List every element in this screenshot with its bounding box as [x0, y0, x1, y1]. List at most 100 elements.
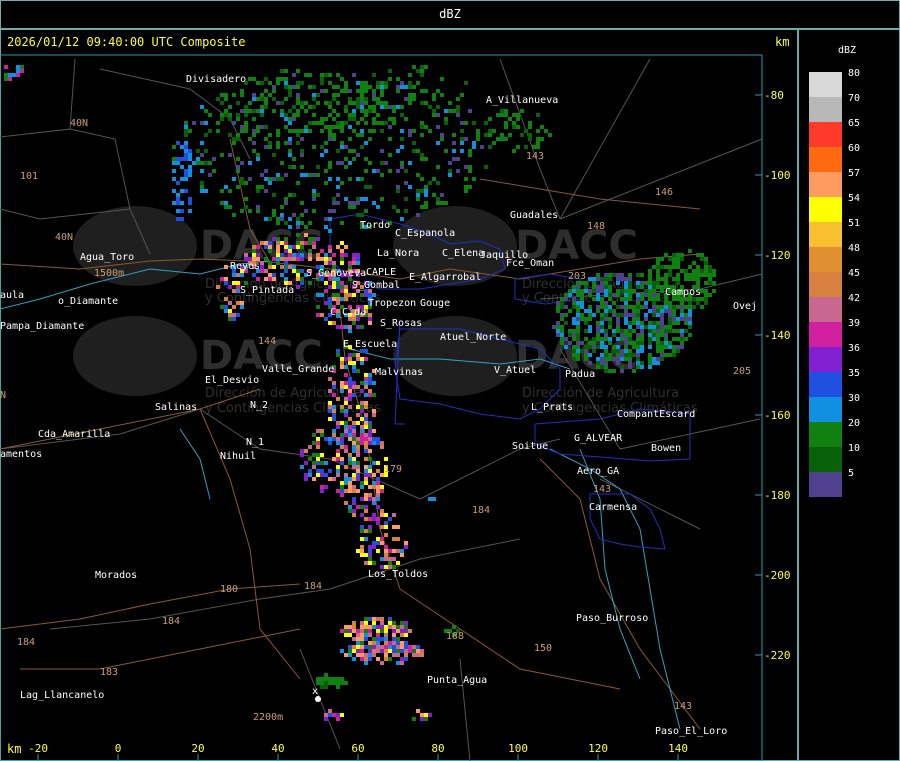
- echo-pixel: [292, 105, 296, 109]
- echo-pixel: [188, 169, 192, 173]
- radar-map[interactable]: DACC Dirección de Agricultura y Continge…: [0, 29, 798, 761]
- echo-pixel: [624, 277, 628, 281]
- echo-pixel: [344, 445, 348, 449]
- echo-pixel: [612, 309, 616, 313]
- echo-pixel: [332, 297, 336, 301]
- echo-pixel: [652, 309, 656, 313]
- echo-pixel: [364, 85, 368, 89]
- echo-pixel: [236, 133, 240, 137]
- echo-pixel: [256, 245, 260, 249]
- legend-value: 10: [848, 443, 861, 454]
- echo-pixel: [344, 89, 348, 93]
- echo-pixel: [316, 121, 320, 125]
- echo-pixel: [380, 85, 384, 89]
- echo-pixel: [672, 253, 676, 257]
- echo-pixel: [704, 289, 708, 293]
- echo-pixel: [348, 485, 352, 489]
- echo-pixel: [204, 161, 208, 165]
- echo-pixel: [252, 117, 256, 121]
- echo-pixel: [404, 641, 408, 645]
- echo-pixel: [640, 333, 644, 337]
- echo-pixel: [604, 309, 608, 313]
- echo-pixel: [272, 273, 276, 277]
- echo-pixel: [356, 89, 360, 93]
- echo-pixel: [592, 289, 596, 293]
- echo-pixel: [664, 329, 668, 333]
- echo-pixel: [276, 241, 280, 245]
- echo-pixel: [364, 421, 368, 425]
- echo-pixel: [672, 277, 676, 281]
- echo-pixel: [364, 89, 368, 93]
- echo-pixel: [616, 321, 620, 325]
- echo-pixel: [344, 165, 348, 169]
- echo-pixel: [216, 129, 220, 133]
- echo-pixel: [616, 317, 620, 321]
- echo-pixel: [320, 469, 324, 473]
- legend-swatch: [809, 247, 842, 272]
- echo-pixel: [404, 545, 408, 549]
- echo-pixel: [360, 389, 364, 393]
- echo-pixel: [580, 317, 584, 321]
- echo-pixel: [524, 145, 528, 149]
- echo-pixel: [616, 293, 620, 297]
- echo-pixel: [624, 329, 628, 333]
- echo-pixel: [588, 325, 592, 329]
- echo-pixel: [252, 273, 256, 277]
- echo-pixel: [268, 245, 272, 249]
- echo-pixel: [340, 249, 344, 253]
- echo-pixel: [260, 93, 264, 97]
- echo-pixel: [296, 257, 300, 261]
- echo-pixel: [636, 353, 640, 357]
- echo-pixel: [420, 189, 424, 193]
- echo-pixel: [676, 349, 680, 353]
- echo-pixel: [320, 293, 324, 297]
- echo-pixel: [320, 153, 324, 157]
- echo-pixel: [604, 293, 608, 297]
- echo-pixel: [660, 289, 664, 293]
- echo-pixel: [340, 285, 344, 289]
- echo-pixel: [388, 557, 392, 561]
- echo-pixel: [328, 129, 332, 133]
- echo-pixel: [568, 341, 572, 345]
- echo-pixel: [356, 133, 360, 137]
- echo-pixel: [596, 333, 600, 337]
- echo-pixel: [256, 277, 260, 281]
- echo-pixel: [324, 713, 328, 717]
- echo-pixel: [304, 73, 308, 77]
- echo-pixel: [400, 81, 404, 85]
- echo-pixel: [356, 81, 360, 85]
- echo-pixel: [356, 369, 360, 373]
- echo-pixel: [200, 153, 204, 157]
- echo-pixel: [340, 261, 344, 265]
- echo-pixel: [184, 133, 188, 137]
- echo-pixel: [400, 161, 404, 165]
- echo-pixel: [272, 109, 276, 113]
- echo-pixel: [20, 65, 24, 69]
- echo-pixel: [656, 313, 660, 317]
- echo-pixel: [364, 441, 368, 445]
- echo-pixel: [600, 345, 604, 349]
- echo-pixel: [336, 185, 340, 189]
- echo-pixel: [560, 317, 564, 321]
- echo-pixel: [376, 505, 380, 509]
- echo-pixel: [616, 289, 620, 293]
- echo-pixel: [184, 141, 188, 145]
- echo-pixel: [388, 169, 392, 173]
- svg-text:Tropezon: Tropezon: [368, 298, 416, 309]
- echo-pixel: [296, 277, 300, 281]
- echo-pixel: [360, 525, 364, 529]
- echo-pixel: [376, 549, 380, 553]
- echo-pixel: [564, 305, 568, 309]
- echo-pixel: [404, 209, 408, 213]
- echo-pixel: [320, 461, 324, 465]
- svg-text:184: 184: [17, 637, 35, 648]
- echo-pixel: [368, 465, 372, 469]
- echo-pixel: [420, 713, 424, 717]
- echo-pixel: [356, 257, 360, 261]
- echo-pixel: [380, 537, 384, 541]
- echo-pixel: [696, 273, 700, 277]
- echo-pixel: [344, 433, 348, 437]
- echo-pixel: [348, 489, 352, 493]
- svg-text:Campos: Campos: [665, 287, 701, 298]
- echo-pixel: [284, 81, 288, 85]
